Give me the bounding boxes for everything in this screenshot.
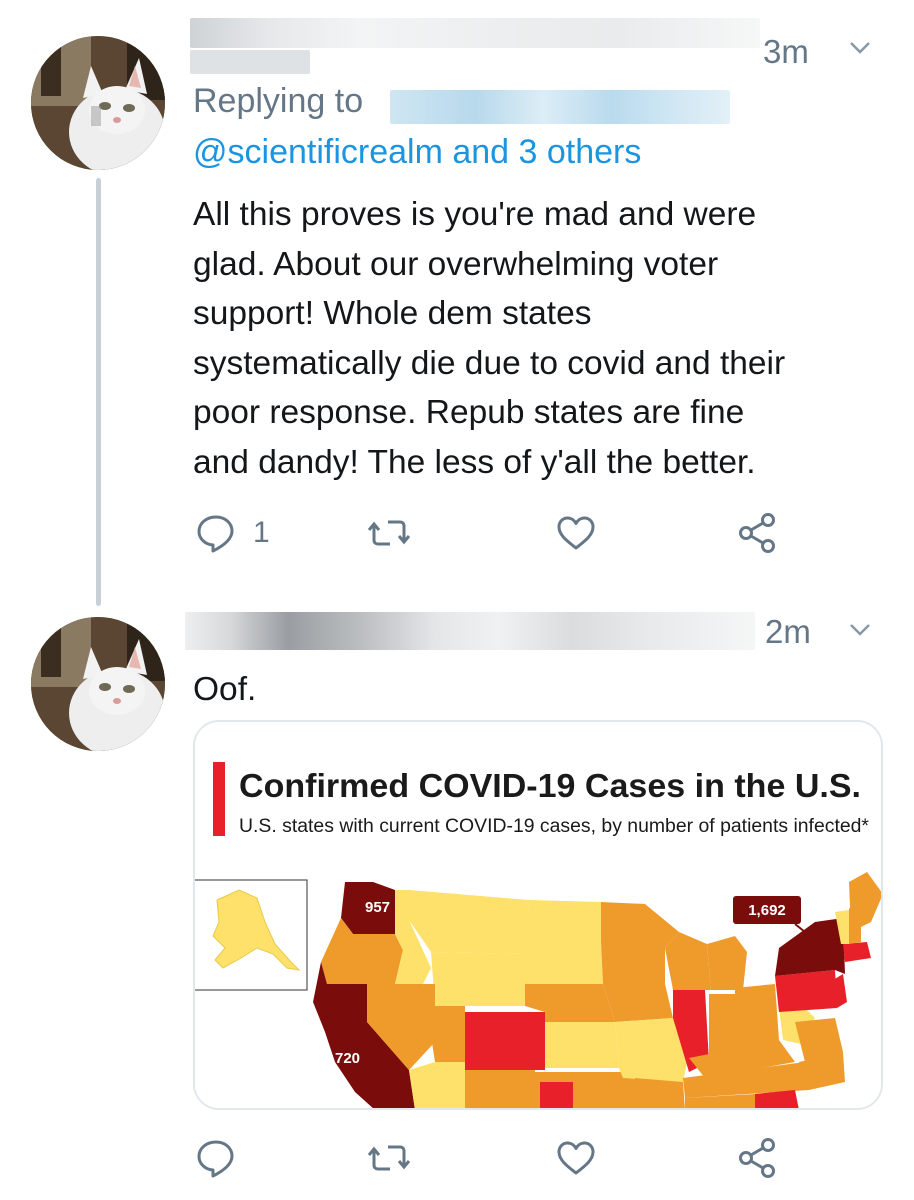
montana <box>409 890 529 954</box>
tweet-text-line: All this proves is you're mad and were <box>193 196 757 233</box>
share-button[interactable] <box>735 510 781 556</box>
reply-icon <box>197 515 234 553</box>
author-name-redacted <box>190 18 760 48</box>
avatar[interactable] <box>31 36 165 170</box>
tweet-text-line: poor response. Repub states are fine <box>193 394 745 431</box>
tweet-text: Oof. <box>193 671 257 708</box>
replied-user-redacted <box>390 90 730 124</box>
colorado <box>465 1012 545 1070</box>
like-button[interactable] <box>553 1135 599 1181</box>
avatar[interactable] <box>31 617 165 751</box>
tweet[interactable]: 2m Oof. Confirmed COVID-19 Cases in the … <box>0 600 914 1200</box>
kansas <box>545 1022 619 1068</box>
reply-count: 1 <box>253 516 270 549</box>
tweet-actions: 1 <box>0 510 914 560</box>
tweet-text-line: support! Whole dem states <box>193 295 592 332</box>
mentions-link[interactable]: @scientificrealm and 3 others <box>193 133 641 172</box>
tweet-actions <box>0 1135 914 1185</box>
label-california: 720 <box>335 1050 360 1067</box>
author-name-redacted <box>190 50 310 74</box>
card-subtitle: U.S. states with current COVID-19 cases,… <box>239 816 870 837</box>
tweet-text-line: and dandy! The less of y'all the better. <box>193 443 756 481</box>
retweet-icon <box>367 1145 411 1171</box>
like-icon <box>557 1141 595 1175</box>
new-mexico <box>465 1070 535 1108</box>
chevron-down-icon[interactable] <box>845 34 875 64</box>
retweet-icon <box>367 520 411 546</box>
timestamp[interactable]: 2m <box>765 613 811 651</box>
retweet-button[interactable] <box>366 510 412 556</box>
replying-to-label: Replying to <box>193 82 364 120</box>
covid-map-image: Confirmed COVID-19 Cases in the U.S. U.S… <box>195 722 881 1108</box>
tweet-text: All this proves is you're mad and were g… <box>193 190 893 487</box>
like-icon <box>557 516 595 550</box>
like-button[interactable] <box>553 510 599 556</box>
author-name-redacted <box>185 612 755 650</box>
timestamp[interactable]: 3m <box>763 33 809 71</box>
north-dakota <box>527 900 601 942</box>
reply-icon <box>197 1140 234 1178</box>
reply-button[interactable] <box>193 1135 239 1181</box>
tweet[interactable]: 3m Replying to @scientificrealm and 3 ot… <box>0 0 914 606</box>
pennsylvania <box>775 970 837 1012</box>
texas-panhandle <box>540 1082 573 1108</box>
tweet-text-line: glad. About our overwhelming voter <box>193 245 719 283</box>
retweet-button[interactable] <box>366 1135 412 1181</box>
title-accent-bar <box>213 762 225 836</box>
arkansas <box>635 1078 685 1108</box>
label-new-york: 1,692 <box>748 902 786 919</box>
media-card[interactable]: Confirmed COVID-19 Cases in the U.S. U.S… <box>193 720 883 1110</box>
share-icon <box>739 1138 775 1178</box>
south-dakota <box>525 942 603 984</box>
michigan <box>707 936 747 990</box>
share-button[interactable] <box>735 1135 781 1181</box>
label-washington: 957 <box>365 899 390 916</box>
reply-button[interactable]: 1 <box>193 510 270 556</box>
iowa <box>603 984 673 1022</box>
indiana <box>709 994 735 1058</box>
wyoming <box>431 952 527 1006</box>
tweet-text-line: systematically die due to covid and thei… <box>193 344 786 382</box>
arizona <box>409 1062 465 1108</box>
card-title: Confirmed COVID-19 Cases in the U.S. <box>239 767 861 804</box>
chevron-down-icon[interactable] <box>845 616 875 646</box>
share-icon <box>739 513 775 553</box>
new-hampshire <box>849 908 861 944</box>
